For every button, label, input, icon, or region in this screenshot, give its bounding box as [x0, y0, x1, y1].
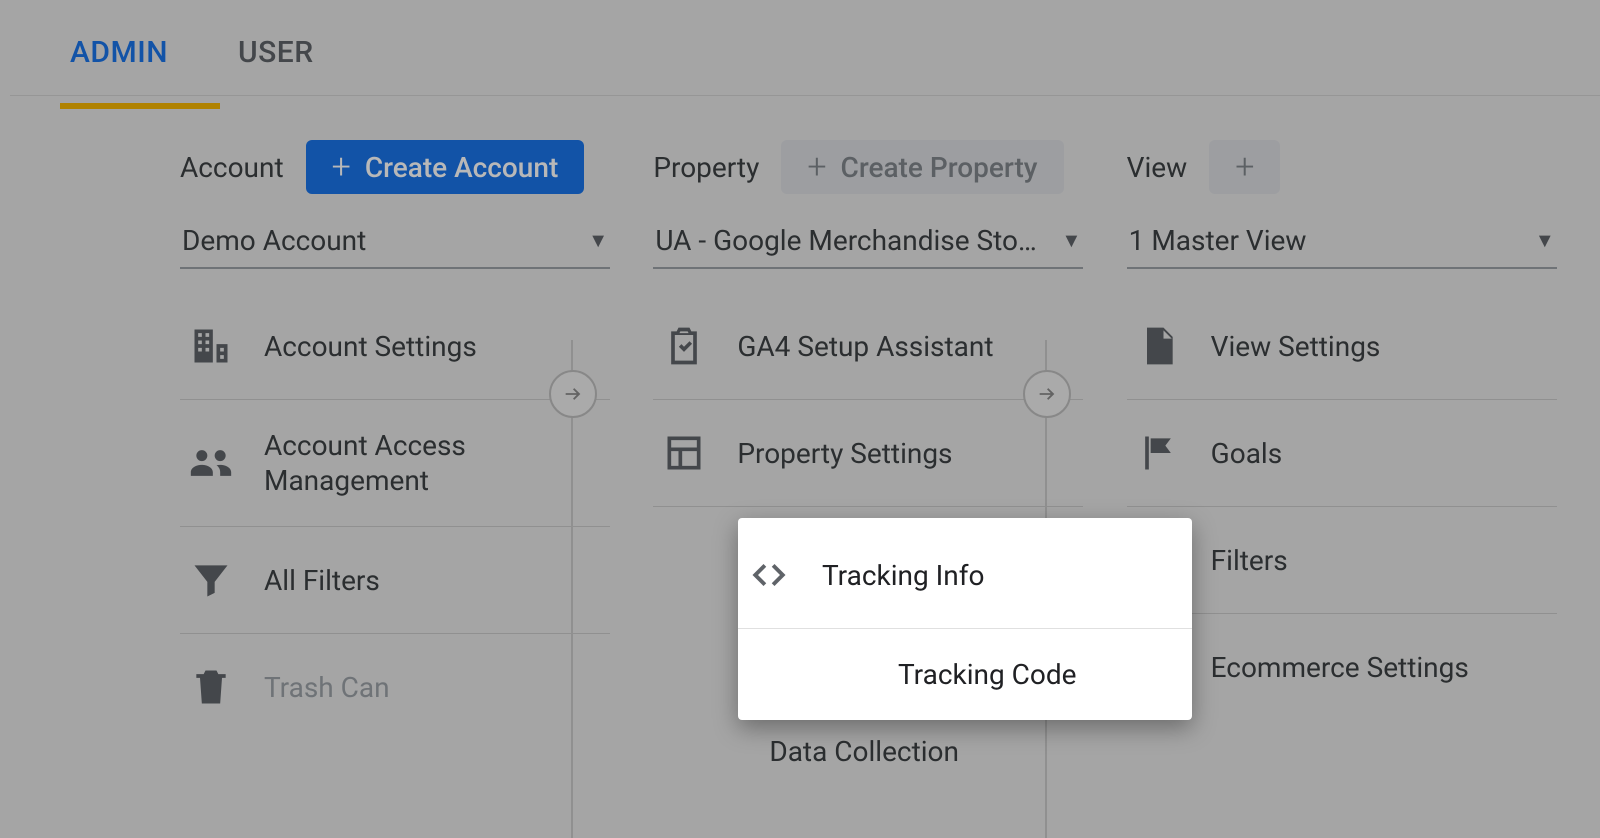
property-picker-value: UA - Google Merchandise Sto… — [655, 224, 1036, 257]
trash-icon — [186, 662, 236, 712]
property-settings-label: Property Settings — [737, 436, 1077, 471]
account-picker-value: Demo Account — [182, 224, 366, 257]
create-account-label: Create Account — [365, 151, 558, 184]
view-title: View — [1127, 151, 1188, 184]
goals-item[interactable]: Goals — [1127, 400, 1557, 507]
account-access-item[interactable]: Account Access Management — [180, 400, 610, 527]
building-icon — [186, 321, 236, 371]
caret-down-icon: ▼ — [588, 228, 608, 253]
trash-can-label: Trash Can — [264, 670, 604, 705]
clipboard-check-icon — [659, 321, 709, 371]
tracking-info-label: Tracking Info — [822, 558, 1186, 593]
plus-icon: + — [1235, 150, 1254, 184]
advance-to-view-button[interactable] — [1023, 370, 1071, 418]
tracking-info-item[interactable]: Tracking Info — [738, 522, 1192, 629]
view-settings-label: View Settings — [1211, 329, 1551, 364]
property-header: Property + Create Property — [653, 140, 1126, 194]
account-picker[interactable]: Demo Account ▼ — [180, 218, 610, 269]
create-property-label: Create Property — [841, 151, 1038, 184]
ecommerce-settings-label: Ecommerce Settings — [1211, 650, 1551, 685]
goals-label: Goals — [1211, 436, 1551, 471]
property-settings-item[interactable]: Property Settings — [653, 400, 1083, 507]
account-title: Account — [180, 151, 284, 184]
advance-to-property-button[interactable] — [549, 370, 597, 418]
account-settings-item[interactable]: Account Settings — [180, 293, 610, 400]
tracking-highlight: Tracking Info Tracking Code — [738, 518, 1192, 720]
plus-icon: + — [807, 150, 826, 184]
account-settings-label: Account Settings — [264, 329, 604, 364]
tab-user[interactable]: USER — [238, 13, 314, 92]
account-header: Account + Create Account — [180, 140, 653, 194]
account-menu: Account Settings Account Access Manageme… — [180, 293, 610, 740]
caret-down-icon: ▼ — [1062, 228, 1082, 253]
page-icon — [1133, 321, 1183, 371]
ga4-setup-item[interactable]: GA4 Setup Assistant — [653, 293, 1083, 400]
caret-down-icon: ▼ — [1535, 228, 1555, 253]
filter-icon — [186, 555, 236, 605]
view-filters-label: Filters — [1211, 543, 1551, 578]
property-column: Property + Create Property UA - Google M… — [653, 140, 1126, 838]
tracking-code-item[interactable]: Tracking Code — [738, 629, 1192, 720]
flag-icon — [1133, 428, 1183, 478]
arrow-right-icon — [1036, 383, 1058, 405]
columns: Account + Create Account Demo Account ▼ … — [10, 96, 1600, 838]
property-picker[interactable]: UA - Google Merchandise Sto… ▼ — [653, 218, 1083, 269]
create-view-button[interactable]: + — [1209, 140, 1280, 194]
tabs-bar: ADMIN USER — [10, 10, 1600, 96]
all-filters-label: All Filters — [264, 563, 604, 598]
account-column: Account + Create Account Demo Account ▼ … — [180, 140, 653, 838]
view-settings-item[interactable]: View Settings — [1127, 293, 1557, 400]
view-picker[interactable]: 1 Master View ▼ — [1127, 218, 1557, 269]
create-property-button[interactable]: + Create Property — [781, 140, 1063, 194]
property-title: Property — [653, 151, 759, 184]
code-icon — [744, 550, 794, 600]
account-access-label: Account Access Management — [264, 428, 604, 498]
tab-admin[interactable]: ADMIN — [70, 13, 168, 92]
view-header: View + — [1127, 140, 1600, 194]
view-picker-value: 1 Master View — [1129, 224, 1307, 257]
data-collection-label: Data Collection — [769, 734, 1077, 769]
trash-can-item[interactable]: Trash Can — [180, 634, 610, 740]
layout-icon — [659, 428, 709, 478]
ga4-setup-label: GA4 Setup Assistant — [737, 329, 1077, 364]
create-account-button[interactable]: + Create Account — [306, 140, 585, 194]
plus-icon: + — [332, 150, 351, 184]
view-column: View + 1 Master View ▼ View Settings — [1127, 140, 1600, 838]
tracking-code-label: Tracking Code — [898, 657, 1186, 692]
people-icon — [186, 438, 236, 488]
arrow-right-icon — [562, 383, 584, 405]
all-filters-item[interactable]: All Filters — [180, 527, 610, 634]
